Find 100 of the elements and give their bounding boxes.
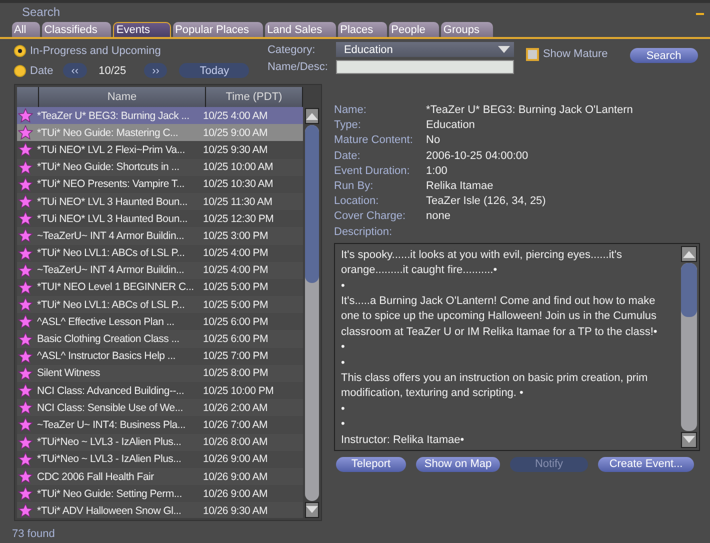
- event-row[interactable]: Silent Witness 10/25 8:00 PM: [17, 364, 303, 382]
- star-icon: [18, 297, 33, 312]
- radio-label: In-Progress and Upcoming: [30, 44, 161, 56]
- checkbox[interactable]: [526, 48, 539, 61]
- radio-label: Date: [30, 64, 54, 76]
- event-row[interactable]: *TUi*Neo ~ LVL3 - IzAlien Plus... 10/26 9:00 AM: [17, 450, 303, 468]
- field-value: Relika Itamae: [426, 179, 494, 194]
- star-icon: [18, 314, 33, 330]
- event-row[interactable]: *TUI* NEO Level 1 BEGINNER C... 10/25 5:00 PM: [17, 278, 303, 296]
- next-day-button[interactable]: ››: [144, 63, 168, 78]
- checkbox-label: Show Mature: [542, 48, 608, 60]
- action-button[interactable]: Teleport: [336, 456, 406, 472]
- window-title: Search: [22, 4, 60, 18]
- event-row[interactable]: *TUi NEO* LVL 3 Haunted Boun... 10/25 11:30 AM: [17, 192, 303, 210]
- date-value: 10/25: [98, 64, 126, 76]
- description-text: It's spooky......it looks at you with evil, piercing eyes......it's orange.........it caught fire..........•: [341, 248, 623, 278]
- event-row[interactable]: ~TeaZer U~ INT4: Business Pla... 10/26 7:00 AM: [17, 416, 303, 434]
- event-row[interactable]: ~TeaZerU~ INT 4 Armor Buildin... 10/25 3:00 PM: [17, 227, 303, 244]
- star-icon: [18, 417, 33, 432]
- action-button[interactable]: Show on Map: [416, 456, 500, 472]
- star-icon: [18, 246, 33, 261]
- star-icon: [18, 160, 33, 175]
- field-label: Date:: [334, 148, 362, 164]
- scroll-up-icon[interactable]: [681, 246, 697, 262]
- event-row[interactable]: *TUi*Neo ~ LVL3 - IzAlien Plus... 10/26 8:00 AM: [17, 434, 303, 451]
- field-label: Type:: [334, 118, 362, 134]
- event-row[interactable]: ^ASL^ Effective Lesson Plan ... 10/25 6:00 PM: [17, 313, 303, 330]
- event-row[interactable]: Basic Clothing Creation Class ... 10/25 6:00 PM: [17, 330, 303, 348]
- event-row[interactable]: *TUi* Neo LVL1: ABCs of LSL P... 10/25 5:00 PM: [17, 296, 303, 314]
- star-icon: [18, 400, 33, 416]
- star-icon: [18, 228, 33, 244]
- event-row[interactable]: *TeaZer U* BEG3: Burning Jack ... 10/25 4:00 AM: [17, 107, 303, 124]
- event-row[interactable]: *TUi* ADV Halloween Snow Gl... 10/26 9:30 AM: [17, 502, 303, 518]
- description-text: •: [341, 356, 346, 371]
- event-row[interactable]: ~TeaZerU~ INT 4 Armor Buildin... 10/25 4:00 PM: [17, 262, 303, 279]
- scrollbar[interactable]: [681, 246, 697, 448]
- star-icon: [18, 486, 33, 502]
- scroll-down-icon[interactable]: [681, 432, 697, 448]
- field-label: Description:: [334, 224, 394, 240]
- star-icon: [18, 280, 33, 295]
- field-value: TeaZer Isle (126, 34, 25): [426, 194, 547, 210]
- description-text: •: [341, 402, 346, 417]
- description-text: It's.....a Burning Jack O'Lantern! Come and find out how to make one to spice up the upcoming Halloween! Join us in the Cumulus classroom at TeaZer U or IM Relika Itamae for a TP to the class!•: [341, 294, 658, 340]
- star-icon: [18, 125, 33, 140]
- field-value: none: [426, 209, 452, 224]
- action-button[interactable]: Create Event...: [598, 456, 694, 472]
- field-label: Cover Charge:: [334, 209, 407, 224]
- column-header[interactable]: [17, 87, 39, 107]
- previous-day-button[interactable]: ‹‹: [63, 63, 87, 78]
- star-icon: [18, 176, 33, 192]
- field-value: 2006-10-25 04:00:00: [426, 148, 530, 164]
- field-label: Run By:: [334, 179, 374, 194]
- dropdown-arrow-icon: [498, 46, 510, 53]
- event-row[interactable]: ^ASL^ Instructor Basics Help ... 10/25 7:00 PM: [17, 348, 303, 365]
- description-text: •: [341, 417, 346, 432]
- minimize-icon[interactable]: [696, 12, 704, 14]
- field-value: *TeaZer U* BEG3: Burning Jack O'Lantern: [426, 103, 634, 118]
- event-row[interactable]: CDC 2006 Fall Health Fair 10/26 9:00 AM: [17, 468, 303, 486]
- star-icon: [18, 434, 33, 450]
- name-label: Name/Desc:: [267, 61, 328, 73]
- category-label: Category:: [267, 44, 316, 56]
- event-row[interactable]: *TUi* NEO Presents: Vampire T... 10/25 10:30 AM: [17, 176, 303, 193]
- star-icon: [18, 262, 33, 278]
- description-text: •: [341, 278, 346, 294]
- event-row[interactable]: *TUi* Neo Guide: Setting Perm... 10/26 9:00 AM: [17, 485, 303, 502]
- event-row[interactable]: NCI Class: Sensible Use of We... 10/26 2:00 AM: [17, 399, 303, 416]
- star-icon: [18, 332, 33, 347]
- category-dropdown[interactable]: Education: [336, 42, 514, 57]
- search-button[interactable]: Search: [630, 48, 698, 63]
- event-row[interactable]: *TUi* Neo Guide: Shortcuts in ... 10/25 10:00 AM: [17, 158, 303, 176]
- event-row[interactable]: NCI Class: Advanced Building--... 10/25 10:00 PM: [17, 382, 303, 400]
- star-icon: [18, 383, 33, 398]
- results-count: 73 found: [11, 527, 56, 542]
- star-icon: [18, 211, 33, 226]
- event-row[interactable]: *TUi* Neo LVL1: ABCs of LSL P... 10/25 4:00 PM: [17, 244, 303, 262]
- scroll-up-icon[interactable]: [305, 108, 319, 124]
- name-search-field[interactable]: [336, 60, 514, 74]
- field-label: Location:: [334, 194, 380, 210]
- radio-button[interactable]: [14, 44, 26, 56]
- field-value: 1:00: [426, 164, 448, 179]
- today-button[interactable]: Today: [179, 63, 250, 78]
- star-icon: [18, 108, 33, 124]
- description-text: Instructor: Relika Itamae•: [341, 432, 466, 448]
- field-value: Education: [426, 118, 476, 134]
- column-header[interactable]: Name: [39, 87, 206, 107]
- scroll-down-icon[interactable]: [305, 502, 319, 518]
- star-icon: [18, 503, 33, 518]
- star-icon: [18, 452, 33, 467]
- column-header[interactable]: Time (PDT): [206, 87, 303, 107]
- radio-button[interactable]: [14, 64, 26, 76]
- field-label: Mature Content:: [334, 133, 414, 148]
- description-text: This class offers you an instruction on basic prim creation, prim modification, texturing and scripting. •: [341, 371, 649, 402]
- field-value: No: [426, 133, 442, 148]
- event-row[interactable]: *TUi NEO* LVL 3 Haunted Boun... 10/25 12:30 PM: [17, 210, 303, 228]
- star-icon: [18, 469, 33, 484]
- star-icon: [18, 366, 33, 381]
- star-icon: [18, 142, 33, 158]
- star-icon: [18, 348, 33, 364]
- event-row[interactable]: *TUi NEO* LVL 2 Flexi~Prim Va... 10/25 9:30 AM: [17, 141, 303, 159]
- tab[interactable]: Events: [113, 22, 172, 37]
